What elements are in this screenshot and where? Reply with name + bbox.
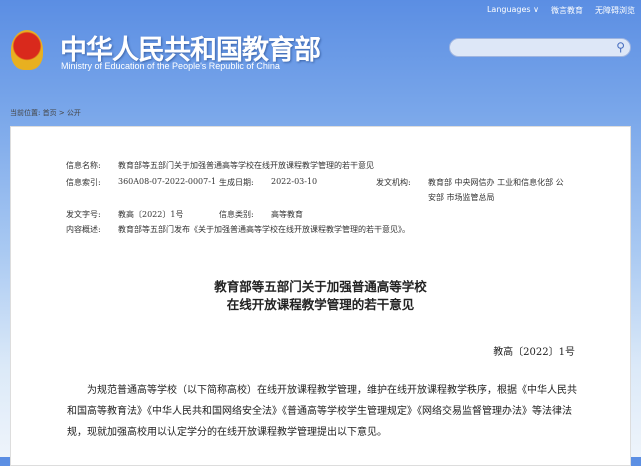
article-docno: 教高〔2022〕1号	[493, 347, 575, 358]
name-label: 信息名称:	[66, 161, 101, 170]
index-label: 信息索引:	[66, 178, 101, 187]
info-org-2: 安部 市场监管总局	[428, 193, 495, 202]
article-title-line2: 在线开放课程教学管理的若干意见	[226, 297, 415, 312]
docno-label: 发文字号:	[66, 210, 101, 219]
date-label: 生成日期:	[219, 178, 254, 187]
languages-menu[interactable]: Languages ∨	[487, 5, 539, 16]
top-links: Languages ∨ 微言教育 无障碍浏览	[487, 5, 635, 16]
info-category: 高等教育	[271, 210, 303, 219]
site-subtitle: Ministry of Education of the People's Re…	[61, 61, 280, 71]
article-paragraph: 为规范普通高等学校（以下简称高校）在线开放课程教学管理，维护在线开放课程教学秩序…	[67, 385, 577, 438]
breadcrumb: 当前位置: 首页 > 公开	[10, 109, 81, 117]
info-org-1: 教育部 中央网信办 工业和信息化部 公	[428, 178, 564, 187]
info-docno: 教高〔2022〕1号	[118, 210, 184, 219]
national-emblem-icon	[11, 30, 43, 70]
info-index: 360A08-07-2022-0007-1	[118, 177, 217, 186]
article-title-line1: 教育部等五部门关于加强普通高等学校	[214, 279, 427, 294]
weiyan-link[interactable]: 微言教育	[551, 5, 583, 16]
cat-label: 信息类别:	[219, 210, 254, 219]
summary-label: 内容概述:	[66, 225, 101, 234]
org-label: 发文机构:	[376, 178, 411, 187]
info-name: 教育部等五部门关于加强普通高等学校在线开放课程教学管理的若干意见	[118, 161, 374, 170]
search-icon[interactable]: ⚲	[616, 40, 625, 54]
info-summary: 教育部等五部门发布《关于加强普通高等学校在线开放课程教学管理的若干意见》。	[118, 225, 410, 234]
search-input[interactable]: ⚲	[449, 38, 631, 57]
accessible-link[interactable]: 无障碍浏览	[595, 5, 635, 16]
info-date: 2022-03-10	[271, 177, 318, 186]
